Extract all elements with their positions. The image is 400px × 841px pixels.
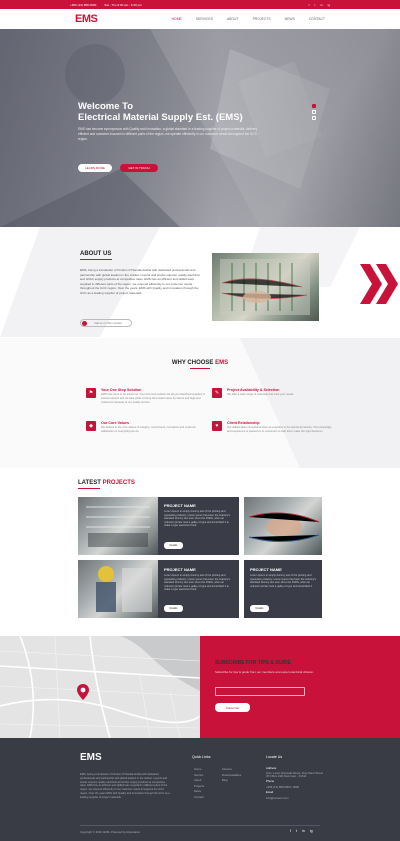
why-title-underline — [190, 368, 210, 370]
project-name: PROJECT NAME — [164, 567, 196, 572]
feature-title: Your One Stop Solution — [101, 388, 142, 392]
hero-title-line2: Electrical Material Supply Est. (EMS) — [78, 112, 243, 123]
linkedin-icon[interactable]: in — [302, 829, 305, 833]
top-contact-bar: +966 (13) 858 0000 Sat - Thu 9:30 am - 6… — [0, 0, 400, 9]
nav-item-about[interactable]: ABOUT — [227, 17, 239, 21]
feature-desc: EMS has come to be known as 'Your One st… — [101, 393, 206, 404]
why-choose-title: WHY CHOOSE EMS — [0, 360, 400, 366]
get-in-touch-button[interactable]: GET IN TOUCH — [120, 164, 158, 172]
project-details-button[interactable]: Details — [250, 605, 269, 612]
slider-dot-2[interactable] — [312, 110, 316, 114]
instagram-icon[interactable]: ig — [310, 829, 313, 833]
projects-title-highlight: PROJECTS — [102, 480, 135, 486]
footer-link-blog[interactable]: Blog — [222, 778, 241, 784]
projects-title-text: LATEST — [78, 480, 103, 486]
availability-icon: ✎ — [212, 388, 222, 398]
subscribe-email-input[interactable] — [215, 687, 305, 696]
call-us-button[interactable]: Call us on this number — [80, 319, 132, 327]
about-title-underline — [80, 259, 112, 261]
twitter-icon[interactable]: t — [296, 829, 297, 833]
locate-us-title: Locate Us — [266, 755, 283, 759]
project-desc: Lorem Ipsum is simply dummy text of the … — [164, 574, 231, 592]
address-text: Intro. Level, Ramada Street, King Saud S… — [266, 770, 323, 779]
nav-item-home[interactable]: HOME — [172, 17, 182, 21]
quick-links-col2: Careers Downloadables Blog — [222, 767, 241, 784]
nav-item-contact[interactable]: CONTACT — [309, 17, 325, 21]
project-name: PROJECT NAME — [250, 567, 282, 572]
chevron-arrows-decor — [360, 264, 398, 304]
project-desc: Lorem Ipsum is simply dummy text of the … — [250, 574, 317, 588]
client-relationship-icon: ♥ — [212, 421, 222, 431]
latest-projects-title: LATEST PROJECTS — [78, 480, 135, 486]
project-details-button[interactable]: Details — [164, 542, 183, 549]
call-us-label: Call us on this number — [94, 321, 122, 325]
facebook-icon[interactable]: f — [290, 829, 291, 833]
phone-icon — [82, 320, 87, 326]
why-title-text: WHY CHOOSE — [171, 360, 216, 366]
project-image-2[interactable] — [244, 497, 322, 555]
feature-desc: We offer a wide range of materials that … — [227, 393, 295, 396]
quick-links-title: Quick Links — [192, 755, 211, 759]
one-stop-icon: ⚑ — [86, 388, 96, 398]
core-values-icon: ◆ — [86, 421, 96, 431]
project-name: PROJECT NAME — [164, 503, 196, 508]
linkedin-icon[interactable]: in — [320, 3, 322, 7]
nav-item-services[interactable]: SERVICES — [196, 17, 213, 21]
nav-item-news[interactable]: NEWS — [285, 17, 295, 21]
map-pin-icon[interactable] — [77, 684, 89, 700]
footer-divider — [80, 825, 320, 826]
quick-links-col1: Home Service About Projects News Contact — [194, 767, 204, 801]
footer-link-contact[interactable]: Contact — [194, 795, 204, 801]
feature-title: Our Core Values — [101, 421, 129, 425]
instagram-icon[interactable]: ig — [328, 3, 330, 7]
feature-desc: We believe in the core values of integri… — [101, 426, 196, 433]
feature-desc: Our skilled sales consultants have an ex… — [227, 426, 332, 433]
copyright-text: Copyright © 2020. EMS. Powered by Reputa… — [80, 830, 141, 834]
project-image-1[interactable] — [78, 497, 158, 555]
footer-logo[interactable]: EMS — [80, 752, 102, 763]
slider-dot-3[interactable] — [312, 116, 316, 120]
hours-text: Sat - Thu 9:30 am - 6:30 pm — [104, 2, 142, 7]
projects-title-underline — [78, 488, 100, 490]
project-desc: Lorem Ipsum is simply dummy text of the … — [164, 510, 231, 528]
main-nav: HOME SERVICES ABOUT PROJECTS NEWS CONTAC… — [172, 17, 325, 21]
about-electrical-panel-image — [212, 253, 319, 321]
hero-description: EMS has become synonymous with Quality a… — [78, 127, 258, 141]
hero-title-line1: Welcome To — [78, 101, 134, 112]
project-image-3[interactable] — [78, 560, 158, 618]
site-logo[interactable]: EMS — [75, 13, 98, 25]
facebook-icon[interactable]: f — [309, 3, 310, 7]
about-title: ABOUT US — [80, 251, 112, 257]
twitter-icon[interactable]: t — [314, 3, 315, 7]
footer-email[interactable]: info@emsest.com — [266, 796, 326, 802]
subscribe-title: SUBSCRIBE FOR TIPS & GUIDE — [215, 660, 292, 666]
phone-text[interactable]: +966 (13) 858 0000 — [70, 3, 96, 7]
why-title-highlight: EMS — [215, 360, 229, 366]
top-social-links: f t in ig — [309, 3, 330, 7]
learn-more-button[interactable]: LEARN MORE — [78, 164, 112, 172]
location-map[interactable] — [0, 636, 200, 738]
hero-title: Welcome To Electrical Material Supply Es… — [78, 101, 243, 123]
slider-dot-1[interactable] — [312, 104, 316, 108]
subscribe-button[interactable]: Subscribe — [215, 703, 250, 712]
footer-description: EMS, being a trendsetter of Kindom Of Sa… — [80, 773, 170, 799]
nav-item-projects[interactable]: PROJECTS — [253, 17, 271, 21]
locate-us-details: Address Intro. Level, Ramada Street, Kin… — [266, 766, 326, 802]
feature-title: Project Availability & Selection — [227, 388, 280, 392]
about-text: EMS, being a trendsetter of Kindom Of Sa… — [80, 268, 200, 295]
feature-title: Client Relationship — [227, 421, 260, 425]
project-details-button[interactable]: Details — [164, 605, 183, 612]
subscribe-description: Subscribe for tips & guide from our memb… — [215, 670, 314, 674]
main-header: EMS HOME SERVICES ABOUT PROJECTS NEWS CO… — [0, 9, 400, 29]
footer-social-links: f t in ig — [290, 829, 313, 833]
